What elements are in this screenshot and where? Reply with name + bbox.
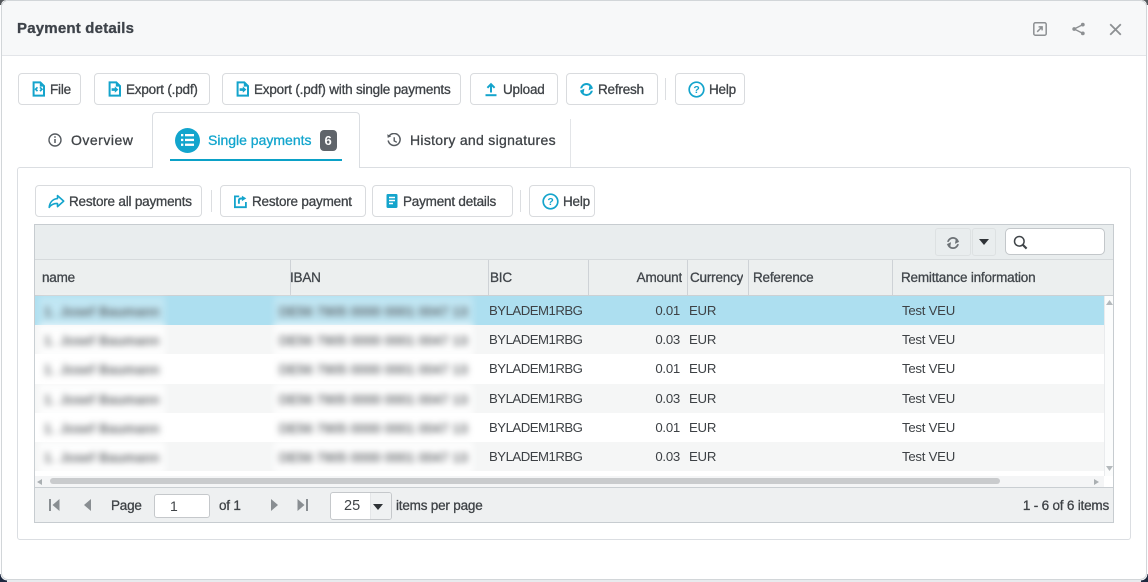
svg-text:?: ? [693,84,699,96]
svg-text:?: ? [547,196,553,208]
